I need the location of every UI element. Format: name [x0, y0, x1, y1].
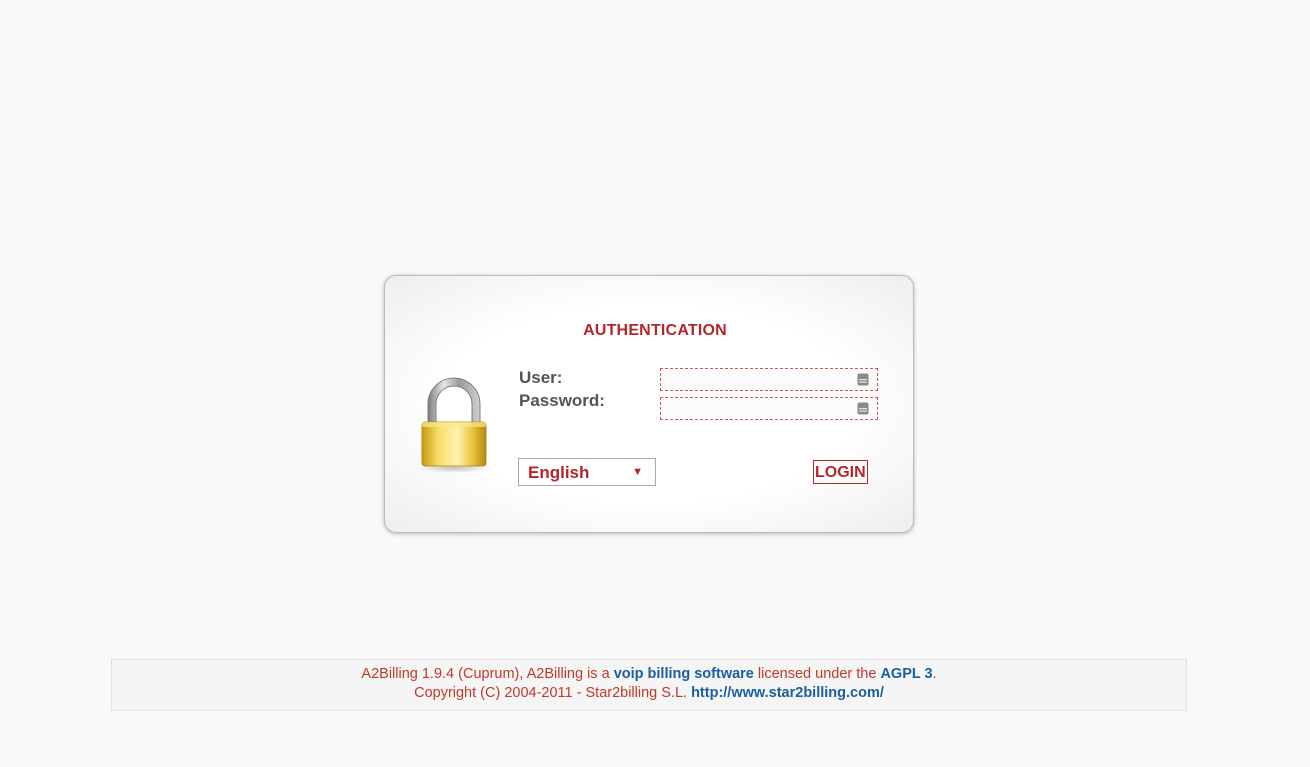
login-button[interactable]: LOGIN — [813, 460, 868, 484]
footer-line-2: Copyright (C) 2004-2011 - Star2billing S… — [112, 684, 1186, 703]
footer: A2Billing 1.9.4 (Cuprum), A2Billing is a… — [111, 659, 1187, 711]
keyboard-icon — [857, 373, 869, 386]
keyboard-icon — [857, 402, 869, 415]
auth-title: AUTHENTICATION — [583, 322, 727, 339]
password-label: Password: — [519, 391, 605, 410]
login-page: AUTHENTICATION User: Password: English ▼… — [0, 0, 1310, 767]
user-label: User: — [519, 368, 563, 387]
agpl-link[interactable]: AGPL 3 — [880, 666, 932, 682]
voip-billing-software-link[interactable]: voip billing software — [614, 666, 754, 682]
footer-license-text: licensed under the — [753, 666, 881, 682]
dropdown-arrow-icon: ▼ — [632, 466, 643, 478]
password-input[interactable] — [660, 397, 878, 420]
language-selected-value: English — [528, 463, 590, 482]
user-input[interactable] — [660, 368, 878, 391]
star2billing-website-link[interactable]: http://www.star2billing.com/ — [691, 685, 884, 701]
language-select[interactable]: English ▼ — [518, 458, 656, 486]
footer-version-text: A2Billing 1.9.4 (Cuprum), A2Billing is a — [361, 666, 614, 682]
padlock-icon — [418, 377, 490, 473]
footer-period: . — [932, 666, 937, 682]
login-panel: AUTHENTICATION User: Password: English ▼… — [384, 275, 914, 533]
footer-line-1: A2Billing 1.9.4 (Cuprum), A2Billing is a… — [112, 665, 1186, 684]
copyright-text: Copyright (C) 2004-2011 - Star2billing S… — [414, 685, 692, 701]
